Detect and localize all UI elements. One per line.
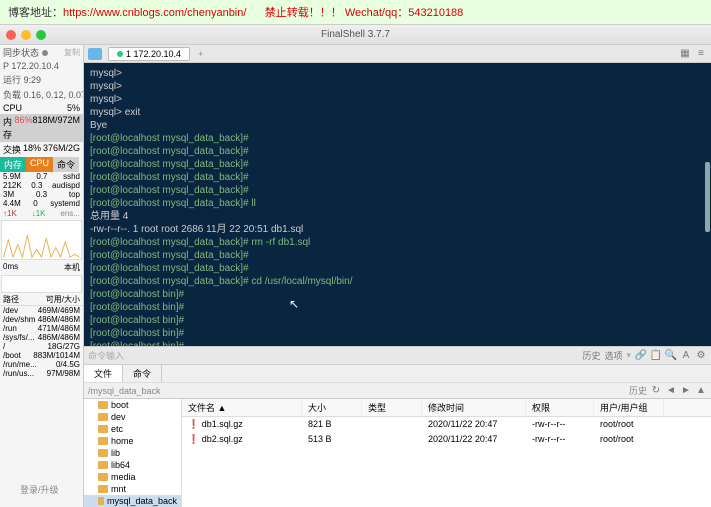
- tree-item: lib64: [84, 459, 181, 471]
- folder-icon[interactable]: [88, 48, 102, 60]
- current-path[interactable]: /mysql_data_back: [88, 386, 161, 396]
- tab-mem[interactable]: 内存: [0, 157, 26, 172]
- window-titlebar: FinalShell 3.7.7: [0, 25, 711, 45]
- search-icon[interactable]: 🔍: [665, 350, 677, 362]
- session-tabbar: 1 172.20.10.4 + ▦ ≡: [84, 45, 711, 63]
- tab-cpu[interactable]: CPU: [26, 157, 53, 172]
- grid-icon[interactable]: ▦: [679, 48, 691, 60]
- gear-icon[interactable]: ⚙: [695, 350, 707, 362]
- terminal[interactable]: mysql> mysql> mysql> mysql> exit Bye [ro…: [84, 63, 711, 346]
- filemanager-tabs: 文件 命令: [84, 364, 711, 382]
- history-button[interactable]: 历史: [582, 349, 600, 362]
- folder-tree[interactable]: boot dev etc home lib lib64 media mnt my…: [84, 399, 182, 507]
- file-list-header[interactable]: 文件名 ▲ 大小 类型 修改时间 权限 用户/用户组: [182, 399, 711, 417]
- font-icon[interactable]: A: [680, 350, 692, 362]
- tree-item: mnt: [84, 483, 181, 495]
- session-tab[interactable]: 1 172.20.10.4: [108, 47, 190, 61]
- path-history-button[interactable]: 历史: [629, 384, 647, 397]
- tree-item: lib: [84, 447, 181, 459]
- terminal-scrollbar[interactable]: [705, 162, 710, 232]
- back-icon[interactable]: ◄: [665, 384, 677, 396]
- tab-file[interactable]: 文件: [84, 365, 123, 382]
- file-list[interactable]: 文件名 ▲ 大小 类型 修改时间 权限 用户/用户组 ❗ db1.sql.gz …: [182, 399, 711, 507]
- tree-item: boot: [84, 399, 181, 411]
- window-maximize-button[interactable]: [36, 30, 46, 40]
- path-bar: /mysql_data_back 历史 ↻ ◄ ► ▲: [84, 382, 711, 398]
- status-dot-icon: [117, 51, 123, 57]
- options-button[interactable]: 选项: [604, 349, 622, 362]
- file-row[interactable]: ❗ db1.sql.gz 821 B 2020/11/22 20:47 -rw-…: [182, 417, 711, 432]
- tab-command[interactable]: 命令: [123, 365, 162, 382]
- forward-icon[interactable]: ►: [680, 384, 692, 396]
- latency-chart: [1, 275, 82, 293]
- network-chart: [1, 220, 82, 260]
- tree-item: dev: [84, 411, 181, 423]
- up-icon[interactable]: ▲: [695, 384, 707, 396]
- blog-url[interactable]: https://www.cnblogs.com/chenyanbin/: [63, 7, 246, 19]
- sidebar: 同步状态 复制 P 172.20.10.4 运行 9:29 负载 0.16, 0…: [0, 45, 84, 507]
- window-title: FinalShell 3.7.7: [321, 29, 390, 40]
- tab-cmd[interactable]: 命令: [53, 157, 79, 172]
- watermark-banner: 博客地址：https://www.cnblogs.com/chenyanbin/…: [0, 0, 711, 25]
- window-close-button[interactable]: [6, 30, 16, 40]
- tree-item: home: [84, 435, 181, 447]
- list-icon[interactable]: ≡: [695, 48, 707, 60]
- file-row[interactable]: ❗ db2.sql.gz 513 B 2020/11/22 20:47 -rw-…: [182, 432, 711, 447]
- window-minimize-button[interactable]: [21, 30, 31, 40]
- file-manager: boot dev etc home lib lib64 media mnt my…: [84, 398, 711, 507]
- tree-item: etc: [84, 423, 181, 435]
- login-link[interactable]: 登录/升级: [20, 483, 59, 496]
- copy-icon[interactable]: 📋: [650, 350, 662, 362]
- new-tab-button[interactable]: +: [192, 49, 209, 59]
- link-icon[interactable]: 🔗: [635, 350, 647, 362]
- refresh-icon[interactable]: ↻: [650, 384, 662, 396]
- tree-item: media: [84, 471, 181, 483]
- command-input-bar[interactable]: 命令输入 历史 选项▾ 🔗 📋 🔍 A ⚙: [84, 346, 711, 364]
- tree-item: mysql_data_back: [84, 495, 181, 507]
